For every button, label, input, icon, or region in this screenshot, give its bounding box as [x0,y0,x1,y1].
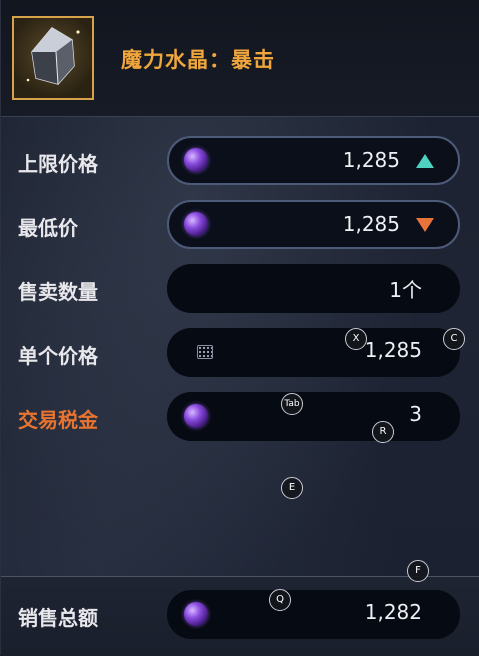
item-name: 魔力水晶：暴击 [121,48,275,72]
key-hint-e: E [281,477,303,499]
max-price-field[interactable]: 1,285 [167,136,460,185]
quantity-field[interactable]: 1个 [167,264,460,313]
tax-value: 3 [409,402,422,426]
unit-price-value: 1,285 [364,338,422,362]
key-hint-f: F [407,560,429,582]
unit-price-label: 单个价格 [18,344,98,368]
total-value: 1,282 [364,600,422,624]
min-price-field[interactable]: 1,285 [167,200,460,249]
max-price-value: 1,285 [342,148,400,172]
arrow-down-icon[interactable] [416,218,434,232]
key-hint-c: C [443,328,465,350]
item-header: 魔力水晶：暴击 [1,0,479,117]
unit-price-field[interactable]: 1,285 [167,328,460,377]
arrow-up-icon[interactable] [416,154,434,168]
gem-icon [184,212,208,236]
min-price-label: 最低价 [18,216,78,240]
total-field: 1,282 [167,590,460,639]
crystal-icon [12,16,94,100]
key-hint-q: Q [269,589,291,611]
gem-icon [184,602,208,626]
quantity-value: 1个 [389,278,422,302]
total-footer: 销售总额 1,282 [1,576,479,656]
quantity-label: 售卖数量 [18,280,98,304]
sell-panel: 魔力水晶：暴击 上限价格 1,285 最低价 1,285 售卖数量 1个 单个价… [0,0,479,656]
key-hint-tab: Tab [281,393,303,415]
gem-icon [184,404,208,428]
total-label: 销售总额 [18,606,98,630]
tax-field: 3 [167,392,460,441]
gem-icon [184,148,208,172]
keypad-icon[interactable] [197,345,213,359]
key-hint-x: X [345,328,367,350]
key-hint-r: R [372,421,394,443]
tax-label: 交易税金 [18,408,98,432]
max-price-label: 上限价格 [18,152,98,176]
min-price-value: 1,285 [342,212,400,236]
